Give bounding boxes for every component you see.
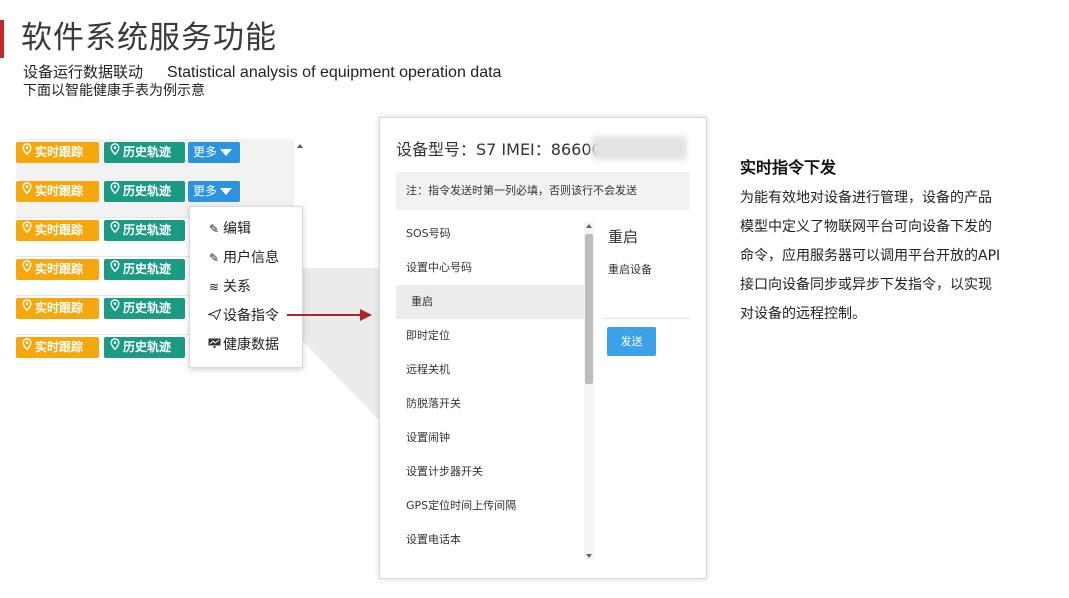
scroll-up-icon[interactable] bbox=[586, 224, 592, 228]
realtime-tracking-button[interactable]: 实时跟踪 bbox=[16, 298, 99, 319]
realtime-tracking-button[interactable]: 实时跟踪 bbox=[16, 142, 99, 163]
history-track-button[interactable]: 历史轨迹 bbox=[104, 181, 185, 202]
location-pin-icon bbox=[110, 141, 120, 162]
description-line: 对设备的远程控制。 bbox=[740, 306, 866, 322]
description-line: 模型中定义了物联网平台可向设备下发的 bbox=[740, 219, 992, 235]
menu-item-relation[interactable]: ≋ 关系 bbox=[206, 276, 251, 296]
command-list-scrollbar[interactable] bbox=[584, 222, 594, 560]
location-pin-icon bbox=[22, 336, 32, 357]
section-description: 为能有效地对设备进行管理，设备的产品 模型中定义了物联网平台可向设备下发的 命令… bbox=[740, 184, 1040, 329]
command-item[interactable]: SOS号码 bbox=[396, 217, 584, 251]
history-track-button[interactable]: 历史轨迹 bbox=[104, 142, 185, 163]
history-track-button[interactable]: 历史轨迹 bbox=[104, 220, 185, 241]
device-command-panel: 设备型号：S7 IMEI：86600 注：指令发送时第一列必填，否则该行不会发送… bbox=[379, 117, 707, 579]
caret-down-icon bbox=[220, 149, 233, 156]
page-title: 软件系统服务功能 bbox=[21, 20, 277, 56]
more-button[interactable]: 更多 bbox=[188, 142, 240, 163]
arrow-line bbox=[287, 314, 365, 316]
title-accent-bar bbox=[0, 20, 4, 58]
location-pin-icon bbox=[22, 180, 32, 201]
scroll-up-icon[interactable] bbox=[297, 144, 303, 148]
description-line: 命令，应用服务器可以调用平台开放的API bbox=[740, 248, 1001, 264]
location-pin-icon bbox=[22, 141, 32, 162]
menu-item-device-command[interactable]: 设备指令 bbox=[206, 305, 279, 325]
page-subtitle: 设备运行数据联动 Statistical analysis of equipmen… bbox=[23, 61, 501, 82]
command-item[interactable]: 远程关机 bbox=[396, 353, 584, 387]
command-item[interactable]: 即时定位 bbox=[396, 319, 584, 353]
notice-bar: 注：指令发送时第一列必填，否则该行不会发送 bbox=[396, 172, 690, 210]
pencil-icon: ✎ bbox=[208, 222, 220, 236]
location-pin-icon bbox=[110, 258, 120, 279]
command-item[interactable]: GPS定位时间上传间隔 bbox=[396, 489, 584, 523]
subtitle-en: Statistical analysis of equipment operat… bbox=[167, 64, 502, 81]
command-item[interactable]: 设置闹钟 bbox=[396, 421, 584, 455]
location-pin-icon bbox=[110, 297, 120, 318]
redacted-imei bbox=[592, 136, 687, 160]
detail-title: 重启 bbox=[608, 228, 639, 246]
menu-item-user-info[interactable]: ✎ 用户信息 bbox=[206, 247, 279, 267]
location-pin-icon bbox=[110, 336, 120, 357]
menu-item-edit[interactable]: ✎ 编辑 bbox=[206, 218, 251, 238]
menu-item-health-data[interactable]: 健康数据 bbox=[206, 334, 279, 354]
paper-plane-icon bbox=[206, 308, 222, 323]
pencil-icon: ✎ bbox=[208, 251, 220, 265]
realtime-tracking-button[interactable]: 实时跟踪 bbox=[16, 259, 99, 280]
section-heading: 实时指令下发 bbox=[740, 158, 837, 177]
description-line: 为能有效地对设备进行管理，设备的产品 bbox=[740, 190, 992, 206]
divider bbox=[602, 318, 690, 319]
command-item[interactable]: 设置中心号码 bbox=[396, 251, 584, 285]
caret-down-icon bbox=[220, 188, 233, 195]
description-line: 接口向设备同步或异步下发指令，以实现 bbox=[740, 277, 992, 293]
more-dropdown-menu: ✎ 编辑 ✎ 用户信息 ≋ 关系 设备指令 健康数据 bbox=[189, 206, 303, 368]
realtime-tracking-button[interactable]: 实时跟踪 bbox=[16, 220, 99, 241]
location-pin-icon bbox=[22, 219, 32, 240]
scrollbar-thumb[interactable] bbox=[585, 234, 593, 384]
send-button[interactable]: 发送 bbox=[607, 327, 656, 356]
chart-icon bbox=[206, 338, 222, 352]
device-title: 设备型号：S7 IMEI：86600 bbox=[396, 140, 602, 159]
location-pin-icon bbox=[110, 219, 120, 240]
layers-icon: ≋ bbox=[208, 280, 220, 294]
command-item[interactable]: 防脱落开关 bbox=[396, 387, 584, 421]
subtitle-cn: 设备运行数据联动 bbox=[23, 63, 144, 81]
realtime-tracking-button[interactable]: 实时跟踪 bbox=[16, 181, 99, 202]
command-item[interactable]: 设置计步器开关 bbox=[396, 455, 584, 489]
history-track-button[interactable]: 历史轨迹 bbox=[104, 298, 185, 319]
realtime-tracking-button[interactable]: 实时跟踪 bbox=[16, 337, 99, 358]
command-item-active[interactable]: 重启 bbox=[396, 285, 584, 319]
detail-text: 重启设备 bbox=[608, 263, 652, 276]
history-track-button[interactable]: 历史轨迹 bbox=[104, 337, 185, 358]
arrow-right-icon bbox=[360, 309, 372, 321]
table-row: 实时跟踪 历史轨迹 更多 bbox=[16, 139, 294, 179]
history-track-button[interactable]: 历史轨迹 bbox=[104, 259, 185, 280]
location-pin-icon bbox=[110, 180, 120, 201]
command-list: SOS号码 设置中心号码 重启 即时定位 远程关机 防脱落开关 设置闹钟 设置计… bbox=[396, 217, 584, 562]
command-item[interactable]: 设置电话本 bbox=[396, 523, 584, 557]
page-subtitle-2: 下面以智能健康手表为例示意 bbox=[23, 83, 205, 99]
location-pin-icon bbox=[22, 297, 32, 318]
more-button[interactable]: 更多 bbox=[188, 181, 240, 202]
location-pin-icon bbox=[22, 258, 32, 279]
scroll-down-icon[interactable] bbox=[586, 554, 592, 558]
